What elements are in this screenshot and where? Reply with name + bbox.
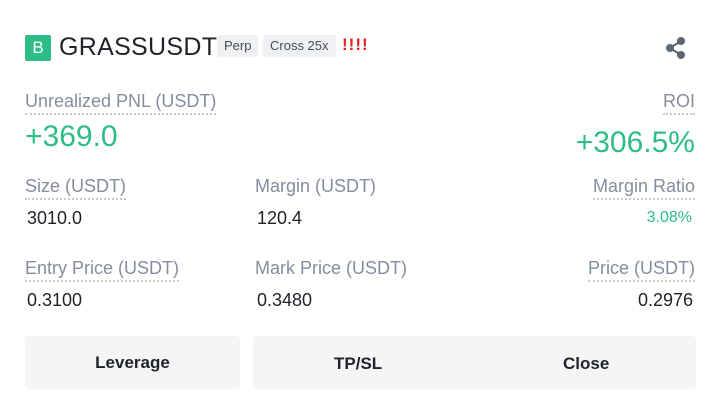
margin-ratio-label[interactable]: Margin Ratio [592, 175, 695, 200]
entry-price-label[interactable]: Entry Price (USDT) [25, 257, 180, 282]
price-label[interactable]: Price (USDT) [588, 257, 695, 282]
mark-price-value: 0.3480 [257, 290, 313, 310]
symbol-title[interactable]: GRASSUSDT [59, 31, 217, 63]
entry-price-value: 0.3100 [27, 290, 83, 310]
exchange-badge-icon: B [25, 35, 51, 61]
close-button[interactable]: Close [563, 336, 609, 392]
margin-mode-tag[interactable]: Cross 25x [263, 35, 336, 57]
mark-price-label: Mark Price (USDT) [255, 258, 407, 278]
roi-label[interactable]: ROI [662, 90, 695, 115]
roi-value: +306.5% [575, 126, 695, 159]
margin-value: 120.4 [257, 208, 303, 228]
contract-type-tag: Perp [217, 35, 259, 57]
unrealized-pnl-value: +369.0 [25, 120, 118, 153]
unrealized-pnl-label[interactable]: Unrealized PNL (USDT) [25, 90, 217, 115]
price-value: 0.2976 [637, 290, 693, 310]
action-button-group: TP/SL Close [253, 336, 696, 389]
size-label[interactable]: Size (USDT) [25, 175, 127, 200]
margin-ratio-value: 3.08% [646, 209, 692, 226]
risk-warning: !!!! [342, 35, 369, 54]
tpsl-button[interactable]: TP/SL [334, 336, 382, 392]
margin-label: Margin (USDT) [255, 176, 377, 196]
leverage-button[interactable]: Leverage [25, 336, 240, 389]
share-icon[interactable] [662, 34, 690, 62]
size-value: 3010.0 [27, 208, 83, 228]
